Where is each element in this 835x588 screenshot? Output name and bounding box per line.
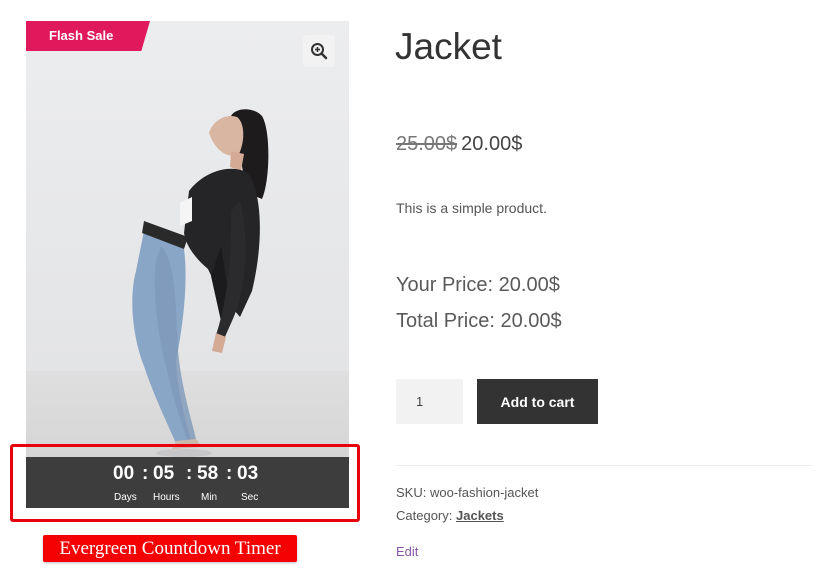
- your-price: Your Price: 20.00$: [396, 274, 560, 296]
- category-label: Category:: [396, 508, 453, 523]
- timer-highlight-box: [10, 444, 360, 522]
- regular-price: 25.00$: [396, 133, 458, 155]
- product-image[interactable]: [26, 21, 349, 508]
- annotation-caption: Evergreen Countdown Timer: [43, 535, 297, 562]
- product-price: 25.00$ 20.00$: [396, 133, 522, 156]
- add-to-cart-button[interactable]: Add to cart: [477, 379, 598, 424]
- edit-link[interactable]: Edit: [396, 544, 418, 559]
- product-sku: SKU: woo-fashion-jacket: [396, 485, 538, 500]
- sale-price: 20.00$: [461, 133, 523, 155]
- total-price: Total Price: 20.00$: [396, 310, 562, 332]
- quantity-input[interactable]: [396, 379, 463, 424]
- divider: [396, 465, 812, 466]
- model-figure: [132, 109, 269, 457]
- zoom-button[interactable]: [303, 35, 335, 67]
- product-title: Jacket: [395, 26, 502, 67]
- zoom-in-icon: [311, 43, 328, 60]
- category-link[interactable]: Jackets: [456, 508, 504, 523]
- sku-label: SKU:: [396, 485, 427, 500]
- sku-value: woo-fashion-jacket: [429, 485, 539, 500]
- flash-sale-badge: Flash Sale: [26, 21, 150, 51]
- product-description: This is a simple product.: [396, 200, 547, 216]
- product-category: Category: Jackets: [396, 508, 504, 523]
